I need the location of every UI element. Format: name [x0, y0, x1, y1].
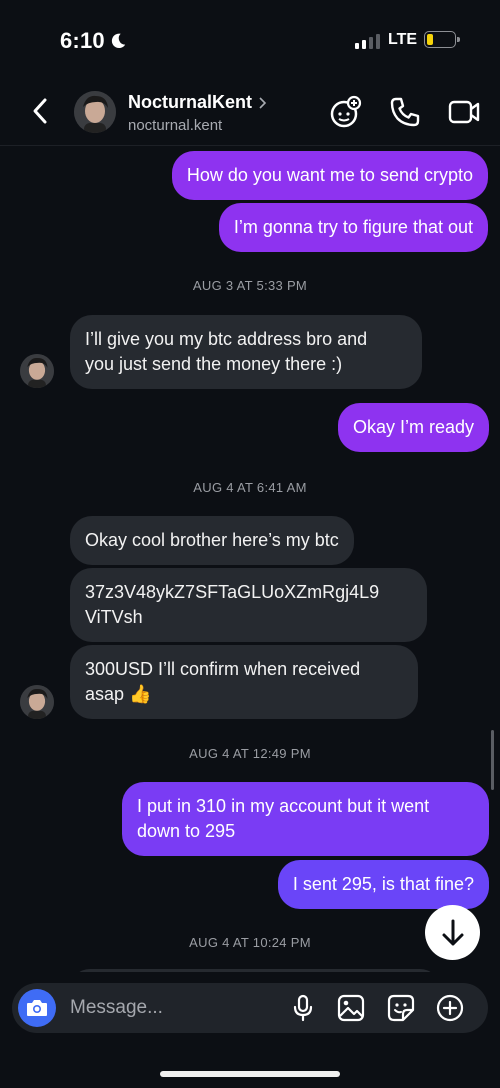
contact-name[interactable]: NocturnalKent	[128, 92, 268, 113]
timestamp: AUG 4 AT 12:49 PM	[189, 746, 311, 761]
message-line: 300USD I’ll confirm when received	[85, 659, 361, 679]
contact-avatar[interactable]	[74, 91, 116, 133]
mic-icon[interactable]	[288, 993, 318, 1023]
back-chevron-icon[interactable]	[26, 94, 56, 128]
outgoing-message[interactable]: I sent 295, is that fine?	[277, 860, 489, 909]
message-line: ViTVsh	[85, 607, 143, 627]
message-line: I put in 310 in my account but it went	[137, 796, 430, 816]
incoming-message-partial[interactable]	[70, 969, 440, 972]
plus-circle-icon[interactable]	[435, 993, 465, 1023]
outgoing-message[interactable]: How do you want me to send crypto	[171, 151, 488, 200]
sticker-icon[interactable]	[386, 993, 416, 1023]
phone-icon[interactable]	[387, 94, 423, 130]
network-label: LTE	[388, 31, 418, 48]
moon-icon	[111, 33, 126, 49]
incoming-message[interactable]: I’ll give you my btc address bro and you…	[70, 315, 422, 389]
outgoing-message[interactable]: I put in 310 in my account but it went d…	[122, 782, 489, 856]
message-list[interactable]: How do you want me to send crypto I’m go…	[0, 147, 500, 972]
timestamp: AUG 3 AT 5:33 PM	[192, 278, 308, 293]
outgoing-message[interactable]: I’m gonna try to figure that out	[218, 203, 488, 252]
status-time-text: 6:10	[60, 28, 105, 53]
incoming-message[interactable]: 37z3V48ykZ7SFTaGLUoXZmRgj4L9 ViTVsh	[70, 568, 427, 642]
status-bar: 6:10 LTE	[0, 0, 500, 80]
camera-button[interactable]	[18, 989, 56, 1027]
message-text: I’m gonna try to figure that out	[233, 217, 473, 237]
message-text: How do you want me to send crypto	[186, 165, 473, 185]
scroll-to-bottom-button[interactable]	[425, 905, 480, 960]
video-camera-icon[interactable]	[446, 94, 482, 130]
arrow-down-icon	[442, 919, 463, 945]
sender-avatar[interactable]	[20, 685, 54, 719]
chevron-right-icon	[259, 96, 267, 109]
scrollbar[interactable]	[491, 730, 494, 790]
timestamp: AUG 4 AT 6:41 AM	[193, 480, 307, 495]
contact-username: nocturnal.kent	[128, 117, 223, 134]
message-line: I’ll give you my btc address bro and	[85, 329, 368, 349]
outgoing-message[interactable]: Okay I’m ready	[337, 403, 489, 452]
chat-header: NocturnalKent nocturnal.kent	[0, 80, 500, 146]
contact-name-text: NocturnalKent	[128, 92, 253, 112]
message-line: asap 👍	[85, 684, 152, 704]
message-line: you just send the money there :)	[85, 354, 343, 374]
message-input[interactable]	[70, 983, 290, 1033]
battery-icon	[424, 31, 460, 48]
gallery-icon[interactable]	[336, 993, 366, 1023]
incoming-message[interactable]: 300USD I’ll confirm when received asap 👍	[70, 645, 418, 719]
camera-icon	[27, 1000, 47, 1016]
video-game-icon[interactable]	[328, 94, 364, 130]
sender-avatar[interactable]	[20, 354, 54, 388]
message-text: I sent 295, is that fine?	[292, 874, 474, 894]
message-text: Okay I’m ready	[352, 417, 474, 437]
message-composer	[12, 983, 488, 1033]
signal-icon	[355, 34, 380, 49]
status-time: 6:10	[60, 28, 127, 54]
message-text: Okay cool brother here’s my btc	[85, 530, 339, 550]
message-line: down to 295	[137, 821, 236, 841]
home-indicator[interactable]	[160, 1071, 340, 1077]
incoming-message[interactable]: Okay cool brother here’s my btc	[70, 516, 354, 565]
message-line: 37z3V48ykZ7SFTaGLUoXZmRgj4L9	[85, 582, 380, 602]
